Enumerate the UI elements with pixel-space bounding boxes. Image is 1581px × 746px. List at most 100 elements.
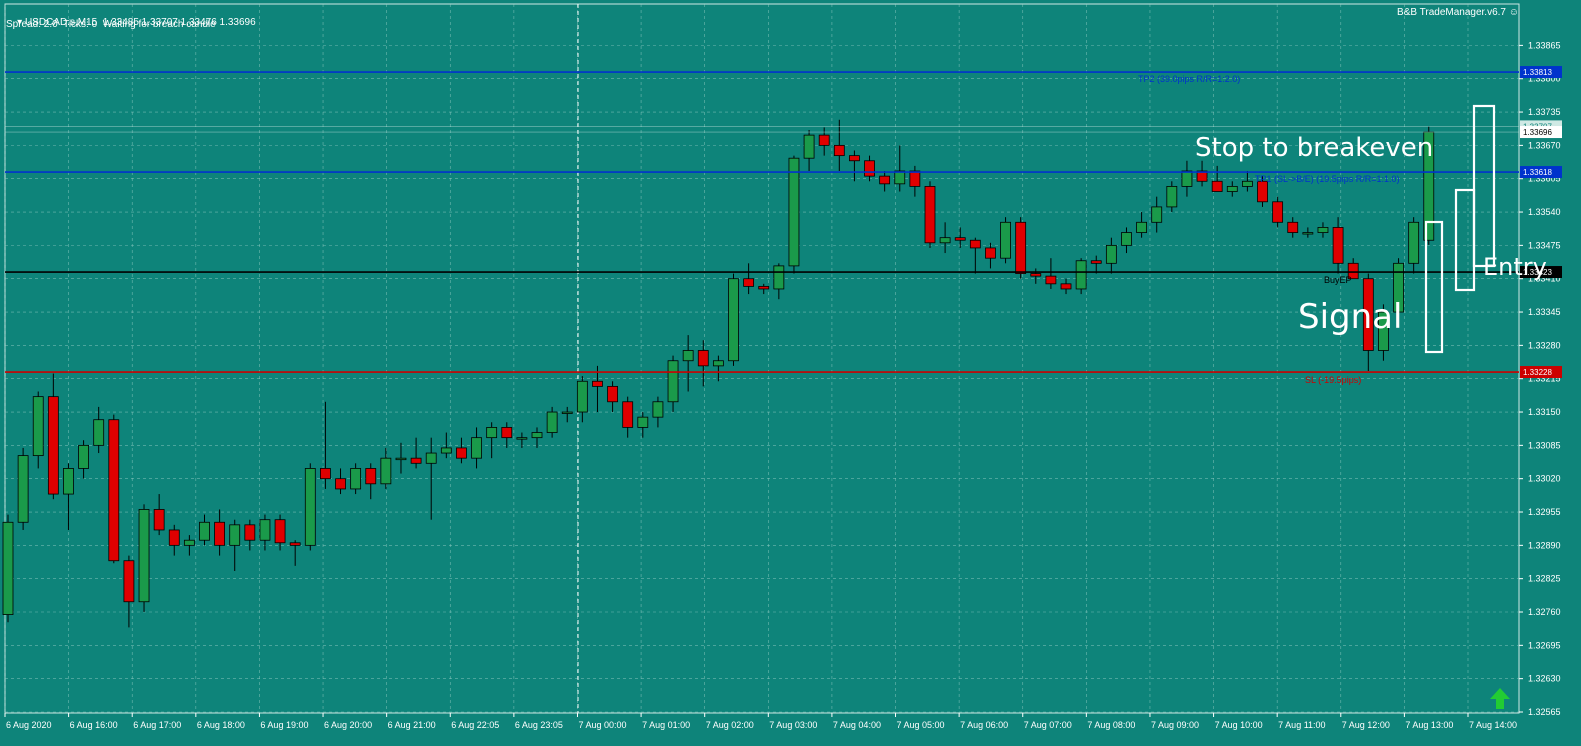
bull-candle bbox=[259, 519, 271, 541]
bear-candle bbox=[833, 144, 845, 157]
entry-level-text: BuyEP bbox=[1324, 275, 1352, 285]
buy-arrow-icon[interactable] bbox=[1490, 688, 1510, 709]
bear-candle bbox=[849, 155, 860, 162]
bull-candle bbox=[1151, 206, 1163, 223]
tp2-level-text: TP2 (39.0pips R/R=1:2.0) bbox=[1138, 74, 1240, 84]
bear-candle bbox=[1030, 273, 1042, 277]
x-tick-label: 7 Aug 00:00 bbox=[578, 720, 626, 730]
bull-candle bbox=[1136, 221, 1147, 233]
x-tick-label: 7 Aug 11:00 bbox=[1278, 720, 1325, 730]
x-tick-label: 7 Aug 14:00 bbox=[1469, 720, 1517, 730]
tp1-level-text: TP1 (SL->B/E) (19.5pips R/R=1:1.0) bbox=[1255, 174, 1400, 184]
bull-candle bbox=[773, 265, 785, 290]
bear-candle bbox=[153, 509, 165, 531]
bear-candle bbox=[864, 160, 875, 177]
x-tick-label: 6 Aug 16:00 bbox=[70, 720, 118, 730]
bear-candle bbox=[758, 285, 770, 290]
x-tick-label: 6 Aug 20:00 bbox=[324, 720, 372, 730]
bear-candle bbox=[1332, 227, 1344, 264]
bear-candle bbox=[1257, 180, 1268, 203]
bull-candle bbox=[894, 170, 906, 185]
entry-highlight-box bbox=[1454, 188, 1476, 292]
bear-candle bbox=[501, 427, 513, 439]
bull-candle bbox=[78, 444, 89, 469]
bull-candle bbox=[1226, 185, 1238, 192]
x-tick-label: 6 Aug 21:00 bbox=[388, 720, 436, 730]
bull-candle bbox=[304, 468, 316, 546]
bull-candle bbox=[138, 509, 150, 603]
y-tick-label: 1.33475 bbox=[1528, 240, 1561, 250]
bull-candle bbox=[425, 452, 437, 464]
bear-candle bbox=[985, 247, 996, 259]
bull-candle bbox=[682, 350, 694, 362]
bear-candle bbox=[592, 380, 603, 387]
signal-annotation: Signal bbox=[1298, 297, 1402, 337]
bear-candle bbox=[320, 468, 331, 480]
bear-candle bbox=[289, 542, 301, 546]
bear-candle bbox=[1211, 180, 1223, 192]
y-tick-label: 1.32825 bbox=[1528, 574, 1561, 584]
y-tick-label: 1.33020 bbox=[1528, 474, 1561, 484]
bull-candle bbox=[803, 134, 815, 159]
bull-candle bbox=[516, 437, 528, 440]
x-tick-label: 7 Aug 01:00 bbox=[642, 720, 690, 730]
y-tick-label: 1.33345 bbox=[1528, 307, 1561, 317]
x-tick-label: 6 Aug 22:05 bbox=[451, 720, 499, 730]
bull-candle bbox=[531, 432, 543, 439]
y-tick-label: 1.32760 bbox=[1528, 607, 1561, 617]
bear-candle bbox=[123, 560, 135, 603]
bear-candle bbox=[456, 447, 467, 459]
y-tick-label: 1.33670 bbox=[1528, 140, 1561, 150]
y-tick-label: 1.32955 bbox=[1528, 507, 1561, 517]
x-tick-label: 7 Aug 12:00 bbox=[1342, 720, 1390, 730]
y-tick-label: 1.33735 bbox=[1528, 107, 1561, 117]
bear-candle bbox=[743, 278, 755, 287]
bull-candle bbox=[561, 411, 573, 414]
bull-candle bbox=[486, 427, 498, 439]
plot-frame bbox=[4, 3, 1520, 714]
bull-candle bbox=[350, 468, 362, 490]
bull-candle bbox=[1302, 232, 1314, 235]
x-tick-label: 7 Aug 09:00 bbox=[1151, 720, 1199, 730]
bear-candle bbox=[1045, 275, 1057, 285]
sl-level-text: SL (-19.5pips) bbox=[1305, 375, 1361, 385]
bull-candle bbox=[728, 278, 739, 362]
bull-candle bbox=[652, 401, 664, 418]
bull-candle bbox=[395, 457, 407, 461]
bull-candle bbox=[440, 447, 452, 454]
x-tick-label: 7 Aug 13:00 bbox=[1405, 720, 1453, 730]
x-tick-label: 6 Aug 19:00 bbox=[260, 720, 308, 730]
bull-candle bbox=[93, 419, 105, 446]
bull-candle bbox=[637, 416, 649, 428]
x-tick-label: 7 Aug 02:00 bbox=[706, 720, 754, 730]
y-tick-label: 1.33150 bbox=[1528, 407, 1561, 417]
bear-candle bbox=[214, 521, 226, 546]
bull-candle bbox=[1408, 221, 1420, 264]
x-tick-label: 7 Aug 04:00 bbox=[833, 720, 881, 730]
y-tick-label: 1.32695 bbox=[1528, 640, 1561, 650]
bull-candle bbox=[17, 455, 29, 523]
smiley-icon: ☺ bbox=[1508, 7, 1519, 18]
bear-candle bbox=[244, 524, 256, 541]
bear-candle bbox=[607, 385, 618, 403]
bull-candle bbox=[183, 539, 195, 546]
x-tick-label: 7 Aug 08:00 bbox=[1087, 720, 1135, 730]
bear-candle bbox=[365, 468, 377, 485]
x-tick-label: 7 Aug 03:00 bbox=[769, 720, 817, 730]
bear-candle bbox=[818, 134, 830, 146]
bear-candle bbox=[954, 237, 966, 241]
bull-candle bbox=[1000, 221, 1011, 259]
bull-candle bbox=[546, 411, 558, 433]
candlestick-chart: 1.338651.338001.337351.336701.336051.335… bbox=[2, 3, 1562, 730]
stop-to-breakeven-annotation: Stop to breakeven bbox=[1195, 133, 1433, 163]
x-tick-label: 7 Aug 10:00 bbox=[1215, 720, 1263, 730]
y-tick-label: 1.33085 bbox=[1528, 440, 1561, 450]
bear-candle bbox=[1287, 221, 1299, 233]
bull-candle bbox=[576, 380, 588, 413]
bull-candle bbox=[1166, 185, 1178, 208]
bear-candle bbox=[335, 478, 346, 490]
ea-name: B&B TradeManager.v6.7 bbox=[1397, 7, 1506, 18]
bull-candle bbox=[788, 157, 800, 267]
bull-candle bbox=[2, 521, 14, 615]
x-tick-label: 6 Aug 23:05 bbox=[515, 720, 563, 730]
